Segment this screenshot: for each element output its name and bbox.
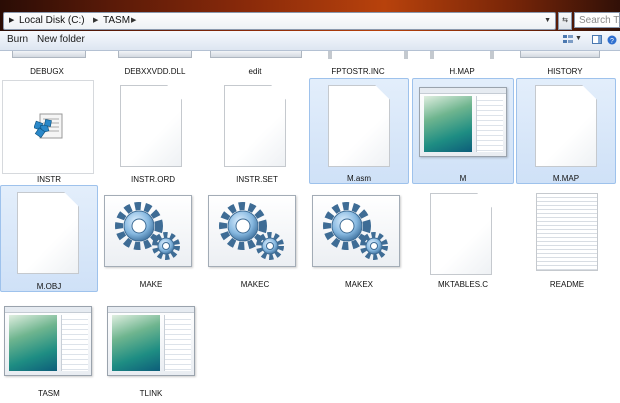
blank-document-icon <box>17 192 79 274</box>
file-label-debxxvdd[interactable]: DEBXXVDD.DLL <box>108 67 202 76</box>
file-icon-hmap-partial <box>430 51 434 59</box>
file-label-m-map[interactable]: M.MAP <box>517 174 615 183</box>
address-history-dropdown-icon[interactable]: ▼ <box>544 13 551 29</box>
file-icon-hmap-partial-right <box>490 51 494 59</box>
file-item-instr-ord[interactable]: INSTR.ORD <box>106 80 200 186</box>
file-label-makex[interactable]: MAKEX <box>312 280 406 289</box>
svg-text:?: ? <box>610 38 614 45</box>
file-label-hmap[interactable]: H.MAP <box>415 67 509 76</box>
file-item-make[interactable]: MAKE <box>104 191 198 297</box>
application-window-icon <box>107 306 195 376</box>
file-label-m-obj[interactable]: M.OBJ <box>1 282 97 291</box>
breadcrumb-local-disk[interactable]: Local Disk (C:) <box>19 13 85 29</box>
burn-button[interactable]: Burn <box>7 34 28 45</box>
application-window-icon <box>4 306 92 376</box>
refresh-button[interactable]: ⇆ <box>558 12 572 30</box>
command-toolbar: Burn New folder ▼ ? <box>0 31 620 51</box>
file-label-debugx[interactable]: DEBUGX <box>0 67 94 76</box>
file-label-edit[interactable]: edit <box>208 67 302 76</box>
text-document-icon <box>536 193 598 271</box>
file-label-instr[interactable]: INSTR <box>2 175 96 184</box>
file-item-instr[interactable]: INSTR <box>2 80 96 186</box>
breadcrumb-separator-icon[interactable]: ▶ <box>93 13 98 29</box>
file-icon-edit-partial[interactable] <box>210 51 302 58</box>
file-icon-debugx-partial[interactable] <box>12 51 86 58</box>
preview-pane-icon[interactable] <box>592 35 602 44</box>
file-label-m[interactable]: M <box>413 174 513 183</box>
file-list-view[interactable]: DEBUGX DEBXXVDD.DLL edit FPTOSTR.INC H.M… <box>0 51 620 403</box>
file-icon-debxxvdd-partial[interactable] <box>118 51 192 58</box>
file-icon-fptostr-partial <box>328 51 332 59</box>
address-bar[interactable]: ▶ Local Disk (C:) ▶ TASM ▶ ▼ <box>3 12 556 30</box>
file-item-readme[interactable]: README <box>520 189 614 295</box>
file-label-fptostr[interactable]: FPTOSTR.INC <box>311 67 405 76</box>
file-item-makec[interactable]: MAKEC <box>208 191 302 297</box>
blank-document-icon <box>224 85 286 167</box>
top-row-partial: DEBUGX DEBXXVDD.DLL edit FPTOSTR.INC H.M… <box>0 51 620 79</box>
file-item-tasm[interactable]: TASM <box>0 300 98 400</box>
file-label-makec[interactable]: MAKEC <box>208 280 302 289</box>
file-label-readme[interactable]: README <box>520 280 614 289</box>
search-input[interactable]: Search TA... <box>574 12 620 28</box>
view-options-dropdown-icon[interactable]: ▼ <box>575 35 582 42</box>
file-label-m-asm[interactable]: M.asm <box>310 174 408 183</box>
file-label-make[interactable]: MAKE <box>104 280 198 289</box>
breadcrumb-tasm[interactable]: TASM <box>103 13 130 29</box>
blank-document-icon <box>120 85 182 167</box>
file-item-tlink[interactable]: TLINK <box>104 300 198 400</box>
breadcrumb-root-arrow-icon[interactable]: ▶ <box>9 13 14 29</box>
file-label-tasm[interactable]: TASM <box>0 389 98 398</box>
file-item-m[interactable]: M <box>412 78 514 184</box>
file-icon-history-partial[interactable] <box>520 51 600 58</box>
blank-document-icon <box>430 193 492 275</box>
gears-application-icon <box>104 195 192 267</box>
file-label-instr-set[interactable]: INSTR.SET <box>210 175 304 184</box>
new-folder-button[interactable]: New folder <box>37 34 85 45</box>
file-label-tlink[interactable]: TLINK <box>104 389 198 398</box>
file-item-instr-set[interactable]: INSTR.SET <box>210 80 304 186</box>
file-item-m-map[interactable]: M.MAP <box>516 78 616 184</box>
window-top-strip: ▶ Local Disk (C:) ▶ TASM ▶ ▼ ⇆ Search TA… <box>0 0 620 31</box>
breadcrumb-separator-icon[interactable]: ▶ <box>131 13 136 29</box>
file-label-mktables-c[interactable]: MKTABLES.C <box>416 280 510 289</box>
file-item-m-asm[interactable]: M.asm <box>309 78 409 184</box>
file-item-makex[interactable]: MAKEX <box>312 191 406 297</box>
file-item-m-obj[interactable]: M.OBJ <box>0 185 98 292</box>
application-window-icon <box>419 87 507 157</box>
file-label-history[interactable]: HISTORY <box>518 67 612 76</box>
blank-document-icon <box>328 85 390 167</box>
gears-application-icon <box>312 195 400 267</box>
gears-application-icon <box>208 195 296 267</box>
file-label-instr-ord[interactable]: INSTR.ORD <box>106 175 200 184</box>
view-options-icon[interactable] <box>563 35 573 44</box>
help-icon[interactable]: ? <box>607 35 617 45</box>
file-item-mktables-c[interactable]: MKTABLES.C <box>416 189 510 295</box>
dos-batch-icon <box>2 80 94 174</box>
blank-document-icon <box>535 85 597 167</box>
file-icon-fptostr-partial-right <box>404 51 408 59</box>
